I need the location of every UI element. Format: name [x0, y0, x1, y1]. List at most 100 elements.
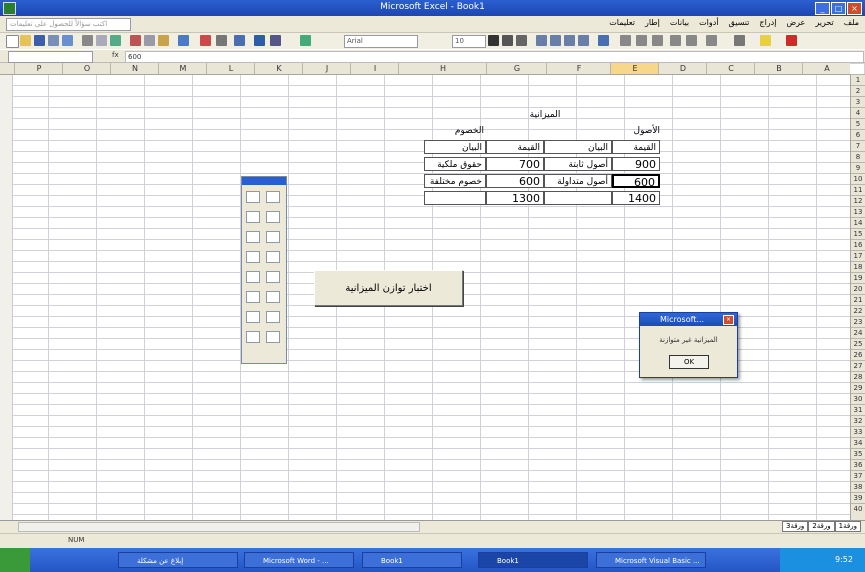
column-header[interactable]: O [62, 63, 111, 74]
maximize-icon[interactable]: □ [831, 2, 846, 15]
asset-desc-cell[interactable]: أصول متداولة [544, 174, 612, 188]
menu-help[interactable]: تعليمات [609, 18, 635, 27]
column-header[interactable]: B [754, 63, 803, 74]
spinner-icon[interactable] [266, 291, 280, 303]
taskbar-item-active[interactable]: Book1 [478, 552, 588, 568]
font-size-select[interactable]: 10 [452, 35, 486, 48]
copy-icon[interactable] [144, 35, 155, 46]
rtl-icon[interactable] [598, 35, 609, 46]
liab-desc-label[interactable]: البيان [424, 140, 486, 154]
center-icon[interactable] [550, 35, 561, 46]
taskbar-item[interactable]: إبلاغ عن مشكلة [118, 552, 238, 568]
taskbar-item[interactable]: Book1 [362, 552, 462, 568]
fill-color-icon[interactable] [760, 35, 771, 46]
liab-value-label[interactable]: القيمة [486, 140, 544, 154]
asset-value-cell-selected[interactable]: 600 [612, 174, 660, 189]
asset-desc-cell[interactable]: أصول ثابتة [544, 157, 612, 171]
name-box[interactable] [8, 51, 93, 63]
chart-wizard-icon[interactable] [254, 35, 265, 46]
start-button[interactable] [0, 548, 30, 572]
print-preview-icon[interactable] [96, 35, 107, 46]
assets-value-label[interactable]: القيمة [612, 140, 660, 154]
undo-icon[interactable] [178, 35, 189, 46]
new-file-icon[interactable] [6, 35, 19, 48]
sheet-tab[interactable]: ورقة2 [808, 521, 835, 532]
borders-icon[interactable] [734, 35, 745, 46]
percent-icon[interactable] [636, 35, 647, 46]
combo-dropdown-icon[interactable] [266, 271, 280, 283]
combo-box-icon[interactable] [266, 251, 280, 263]
edit-code-icon[interactable] [266, 311, 280, 323]
asset-value-cell[interactable]: 900 [612, 157, 660, 171]
row-header[interactable]: 40 [851, 503, 865, 515]
liab-desc-cell[interactable]: خصوم مختلفة [424, 174, 486, 188]
font-select[interactable]: Arial [344, 35, 418, 48]
excel-app-icon[interactable] [3, 2, 16, 15]
menu-insert[interactable]: إدراج [759, 18, 776, 27]
column-header[interactable]: P [14, 63, 63, 74]
column-header[interactable]: D [658, 63, 707, 74]
checkbox-control-icon[interactable] [246, 231, 260, 243]
row-headers[interactable]: 1 2 3 4 5 6 7 8 9 10 11 12 13 14 15 16 17 18 19 20 21 22 23 24 2… [850, 74, 865, 520]
scroll-bar-icon[interactable] [246, 291, 260, 303]
print-icon[interactable] [82, 35, 93, 46]
close-icon[interactable]: × [847, 2, 862, 15]
sort-icon[interactable] [234, 35, 245, 46]
column-header[interactable]: G [486, 63, 547, 74]
help-icon[interactable] [300, 35, 311, 46]
drawing-icon[interactable] [270, 35, 281, 46]
column-header[interactable]: M [158, 63, 207, 74]
sheet-tab[interactable]: ورقة3 [781, 521, 809, 532]
clock[interactable]: 9:52 [835, 555, 853, 564]
button-control-icon[interactable] [266, 211, 280, 223]
font-color-icon[interactable] [786, 35, 797, 46]
forms-toolbar-titlebar[interactable] [242, 177, 286, 185]
hyperlink-icon[interactable] [200, 35, 211, 46]
control-properties-icon[interactable] [246, 311, 260, 323]
close-icon[interactable]: × [723, 315, 734, 325]
column-header[interactable]: A [802, 63, 851, 74]
liab-total-cell[interactable]: 1300 [486, 191, 544, 205]
vertical-scrollbar[interactable] [0, 74, 13, 520]
save-icon[interactable] [34, 35, 45, 46]
help-search-input[interactable]: اكتب سؤالاً للحصول على تعليمات [6, 18, 131, 31]
horizontal-scrollbar[interactable] [18, 522, 420, 532]
column-header[interactable]: I [350, 63, 399, 74]
formula-input[interactable]: 600 [125, 51, 864, 63]
assets-desc-label[interactable]: البيان [544, 140, 612, 154]
menu-view[interactable]: عرض [786, 18, 805, 27]
underline-icon[interactable] [516, 35, 527, 46]
column-header[interactable]: N [110, 63, 159, 74]
menu-edit[interactable]: تحرير [815, 18, 833, 27]
sheet-tab[interactable]: ورقة1 [834, 521, 861, 532]
merge-center-icon[interactable] [578, 35, 589, 46]
currency-icon[interactable] [620, 35, 631, 46]
group-box-icon[interactable] [246, 211, 260, 223]
align-right-icon[interactable] [536, 35, 547, 46]
empty-cell[interactable] [544, 191, 612, 205]
fx-label[interactable]: fx [112, 51, 119, 59]
indent-icon[interactable] [706, 35, 717, 46]
column-header[interactable]: J [302, 63, 351, 74]
liab-value-cell[interactable]: 700 [486, 157, 544, 171]
align-left-icon[interactable] [564, 35, 575, 46]
email-icon[interactable] [62, 35, 73, 46]
open-icon[interactable] [20, 35, 31, 46]
menu-data[interactable]: بيانات [670, 18, 689, 27]
run-dialog-icon[interactable] [266, 331, 280, 343]
autosum-icon[interactable] [216, 35, 227, 46]
liab-desc-cell[interactable]: حقوق ملكية [424, 157, 486, 171]
menu-tools[interactable]: أدوات [699, 18, 718, 27]
menu-file[interactable]: ملف [844, 18, 859, 27]
menu-window[interactable]: إطار [645, 18, 660, 27]
label-control-icon[interactable] [246, 191, 260, 203]
paste-icon[interactable] [158, 35, 169, 46]
increase-decimal-icon[interactable] [670, 35, 681, 46]
taskbar-item[interactable]: Microsoft Visual Basic ... [596, 552, 706, 568]
liab-value-cell[interactable]: 600 [486, 174, 544, 188]
test-balance-button[interactable]: اختبار توازن الميزانية [314, 270, 463, 306]
permission-icon[interactable] [48, 35, 59, 46]
taskbar-item[interactable]: Microsoft Word - ... [244, 552, 354, 568]
liabilities-header[interactable]: الخصوم [424, 124, 484, 138]
empty-cell[interactable] [424, 191, 486, 205]
